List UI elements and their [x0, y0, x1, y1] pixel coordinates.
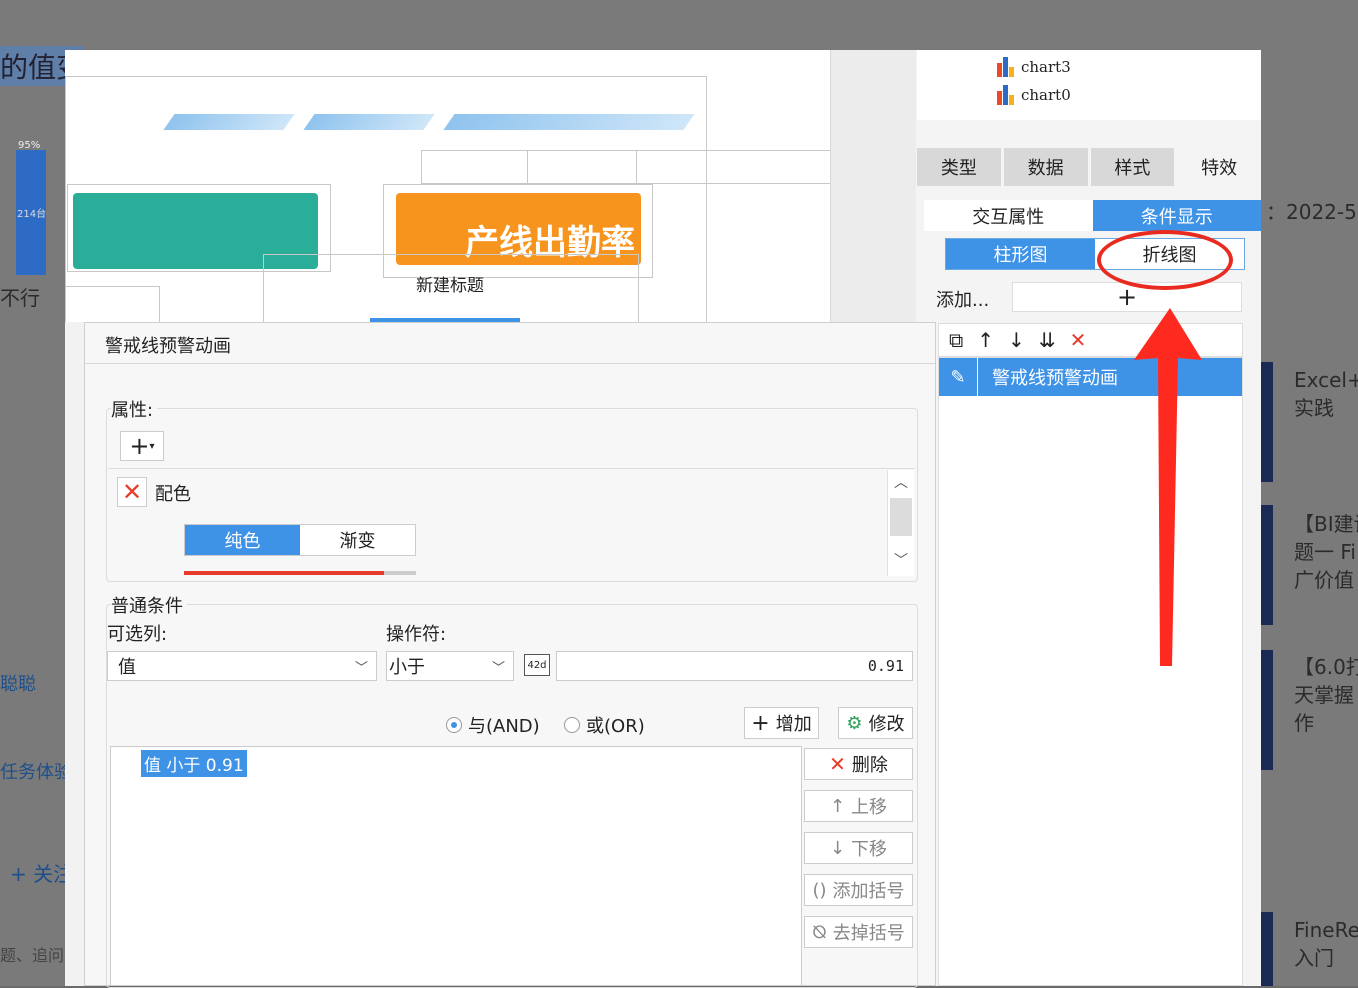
- move-up-button[interactable]: ↑ 上移: [804, 790, 913, 822]
- normal-condition-label: 普通条件: [111, 592, 187, 618]
- dialog-title: 警戒线预警动画: [105, 336, 231, 357]
- properties-label: 属性:: [111, 396, 158, 422]
- delete-condition-button[interactable]: ✕ 删除: [804, 748, 913, 780]
- chevron-down-icon: ﹀: [354, 660, 368, 676]
- radio-dot: [564, 717, 580, 733]
- move-down-icon[interactable]: ↓: [1008, 328, 1025, 352]
- sub-tabs: 交互属性 条件显示: [924, 200, 1261, 231]
- bg-thumb: [1261, 650, 1273, 770]
- tab-interaction[interactable]: 交互属性: [924, 200, 1093, 231]
- properties-area: [108, 468, 914, 577]
- divider: [85, 363, 935, 364]
- bar-chart-option[interactable]: 柱形图: [946, 239, 1095, 269]
- properties-scrollbar[interactable]: ︿ ﹀: [887, 470, 914, 576]
- arrow-down-icon: ↓: [829, 837, 846, 859]
- canvas-scroll-gutter: [830, 50, 917, 322]
- annotation-ellipse: [1097, 230, 1233, 290]
- bg-label-95: 95%: [18, 140, 41, 151]
- move-bottom-icon[interactable]: ⇊: [1039, 328, 1056, 352]
- tree-item-chart0[interactable]: chart0: [997, 85, 1071, 105]
- solid-color-option[interactable]: 纯色: [185, 525, 300, 555]
- decor-stripe: [303, 114, 435, 130]
- move-up-icon[interactable]: ↑: [977, 328, 994, 352]
- bg-article-2[interactable]: 【BI建设题一 Fi广价值: [1294, 510, 1358, 594]
- value-input[interactable]: 0.91: [556, 651, 913, 681]
- move-down-button[interactable]: ↓ 下移: [804, 832, 913, 864]
- bg-cong: 聪聪: [0, 674, 36, 695]
- arrow-up-icon: ↑: [829, 795, 846, 817]
- add-condition-button[interactable]: + 增加: [744, 707, 819, 739]
- parenthesis-icon: (): [812, 879, 827, 901]
- list-item-label: 警戒线预警动画: [992, 368, 1118, 389]
- modify-condition-button[interactable]: ⚙ 修改: [838, 707, 913, 739]
- tab-condition-display[interactable]: 条件显示: [1092, 200, 1261, 231]
- bg-follow[interactable]: + 关注: [10, 858, 73, 887]
- left-frame: [65, 286, 160, 322]
- bg-article-3[interactable]: 【6.0打 天掌握作: [1294, 653, 1358, 737]
- bg-thumb: [1261, 362, 1273, 482]
- value-type-icon[interactable]: 42d: [524, 654, 550, 676]
- color-property-label: 配色: [155, 484, 191, 505]
- radio-and[interactable]: 与(AND): [446, 712, 540, 738]
- bg-article-1[interactable]: Excel+ 实践: [1294, 366, 1358, 422]
- operator-label: 操作符:: [386, 624, 447, 645]
- decor-stripe: [443, 114, 695, 130]
- tree-item-chart3[interactable]: chart3: [997, 57, 1071, 77]
- bg-label-214: 214台: [17, 209, 47, 220]
- add-parenthesis-button[interactable]: () 添加括号: [804, 874, 913, 906]
- chart-tree: [917, 50, 1261, 120]
- bg-thumb: [1261, 505, 1273, 625]
- tab-type[interactable]: 类型: [917, 148, 1001, 186]
- column-label: 可选列:: [107, 624, 168, 645]
- add-property-button[interactable]: + ▾: [120, 431, 164, 461]
- bg-date: ：2022-5: [1266, 200, 1357, 224]
- bar-chart-icon: [997, 57, 1015, 77]
- bg-ask: 题、追问: [0, 946, 65, 965]
- edit-pen-icon: ✎: [939, 358, 978, 396]
- delete-icon[interactable]: ✕: [1070, 328, 1087, 352]
- new-title-label[interactable]: 新建标题: [416, 271, 484, 296]
- decor-stripe: [163, 114, 295, 130]
- color-mode-toggle: 纯色 渐变: [184, 524, 416, 556]
- gradient-color-option[interactable]: 渐变: [300, 525, 415, 555]
- chevron-down-icon: ﹀: [491, 660, 505, 676]
- edit-icon: ⚙: [846, 712, 863, 734]
- radio-or[interactable]: 或(OR): [564, 712, 645, 738]
- color-swatch-rest: [384, 571, 416, 575]
- grid-frame: [527, 150, 637, 184]
- bg-not-ok: 不行: [0, 286, 40, 310]
- scroll-up-icon[interactable]: ︿: [894, 472, 908, 492]
- operator-select[interactable]: 小于 ﹀: [386, 651, 514, 681]
- bg-thumb: [1261, 912, 1273, 986]
- annotation-arrow: [1134, 308, 1202, 666]
- condition-item[interactable]: 值 小于 0.91: [141, 750, 247, 777]
- scroll-down-icon[interactable]: ﹀: [894, 550, 908, 570]
- delete-icon: ✕: [829, 752, 846, 776]
- column-select[interactable]: 值 ﹀: [107, 651, 377, 681]
- radio-dot: [446, 717, 462, 733]
- color-swatch-preview[interactable]: [184, 571, 384, 575]
- remove-parenthesis-icon: ⦰: [812, 921, 827, 943]
- tab-effect[interactable]: 特效: [1177, 148, 1261, 186]
- bar-chart-icon: [997, 85, 1015, 105]
- plus-icon: +: [751, 710, 770, 736]
- remove-property-button[interactable]: ✕: [117, 477, 147, 507]
- main-tabs: 类型 数据 样式 特效: [917, 148, 1261, 186]
- scroll-thumb[interactable]: [890, 498, 912, 536]
- remove-parenthesis-button[interactable]: ⦰ 去掉括号: [804, 916, 913, 948]
- bg-article-4[interactable]: FineRe 入门: [1294, 916, 1358, 972]
- tab-data[interactable]: 数据: [1003, 148, 1088, 186]
- add-label: 添加...: [936, 290, 990, 311]
- bg-task[interactable]: 任务体验: [0, 758, 72, 784]
- copy-icon[interactable]: ⧉: [949, 328, 963, 352]
- design-canvas[interactable]: 产线出勤率 新建标题: [65, 50, 830, 322]
- tab-style[interactable]: 样式: [1090, 148, 1175, 186]
- condition-list[interactable]: [110, 746, 802, 986]
